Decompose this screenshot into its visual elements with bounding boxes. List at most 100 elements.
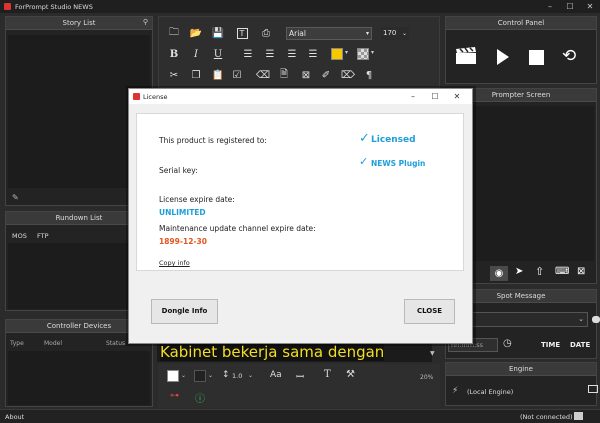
copy-icon[interactable]: ❐ [188, 68, 204, 82]
keyboard-icon[interactable]: ⌨ [555, 266, 569, 277]
story-list-header: Story List [6, 17, 152, 30]
maintenance-label: Maintenance update channel expire date: [159, 224, 316, 233]
close-icon[interactable]: ✕ [580, 0, 600, 13]
rundown-col-ftp[interactable]: FTP [37, 232, 49, 240]
mirror-icon[interactable]: ꟷ [296, 369, 304, 383]
controller-col-model[interactable]: Model [44, 340, 62, 347]
time-label[interactable]: TIME [541, 341, 560, 349]
scroll-down-icon[interactable]: ▼ [430, 350, 435, 357]
marker-red-icon[interactable]: ⊶ [170, 391, 179, 401]
maximize-icon[interactable]: ☐ [424, 90, 446, 103]
text-color-swatch[interactable] [167, 370, 179, 382]
serial-key-label: Serial key: [159, 166, 198, 175]
chevron-down-icon[interactable]: ⌄ [181, 372, 186, 379]
line-spacing-value[interactable]: 1.0 [232, 372, 242, 380]
new-folder-icon[interactable]: 🗀 [166, 26, 182, 40]
engine-header: Engine [446, 363, 596, 376]
chevron-down-icon: ⌄ [578, 315, 584, 323]
chevron-down-icon[interactable]: ⌄ [248, 372, 253, 379]
chevron-down-icon: ⌄ [401, 30, 407, 37]
font-family-select[interactable]: Arial ▾ [286, 27, 372, 40]
save-status-icon[interactable] [574, 412, 583, 420]
engine-panel: Engine [445, 362, 597, 406]
font-case-icon[interactable]: Aa [270, 370, 282, 380]
chevron-down-icon[interactable]: ▾ [371, 49, 374, 56]
save-icon[interactable]: 💾 [210, 26, 226, 40]
line-spacing-icon: ↕ [222, 370, 230, 380]
license-dialog-title: License [143, 92, 168, 101]
tools-icon[interactable]: ⚒ [346, 369, 355, 380]
rundown-list-title: Rundown List [55, 214, 103, 222]
clear-format-icon[interactable]: ⌦ [340, 68, 356, 82]
license-expire-value: UNLIMITED [159, 208, 206, 217]
pointer-icon[interactable]: ➤ [515, 266, 523, 277]
date-label[interactable]: DATE [570, 341, 590, 349]
align-right-icon[interactable]: ☰ [284, 47, 300, 61]
engine-status-icon: ⚡ [452, 386, 459, 396]
pin-icon[interactable]: ⚲ [143, 18, 148, 26]
close-box-icon[interactable]: ⊠ [577, 266, 585, 277]
control-panel-title: Control Panel [497, 19, 545, 27]
news-plugin-status: NEWS Plugin [371, 159, 426, 168]
clapper-icon[interactable] [455, 47, 477, 65]
license-info-box: This product is registered to: Serial ke… [136, 113, 464, 271]
document-icon[interactable]: 🗎 [276, 68, 292, 82]
align-left-icon[interactable]: ☰ [240, 47, 256, 61]
dialog-window-controls: – ☐ ✕ [402, 90, 468, 103]
loop-icon[interactable]: ⟲ [562, 48, 576, 65]
window-controls: – ☐ ✕ [540, 0, 600, 13]
align-justify-icon[interactable]: ☰ [305, 47, 321, 61]
eye-icon[interactable]: ◉ [490, 266, 508, 281]
open-folder-icon[interactable]: 📂 [188, 26, 204, 40]
clock-icon[interactable]: ◷ [503, 338, 512, 349]
info-icon[interactable]: ⓘ [195, 390, 205, 405]
text-style-icon[interactable]: T [234, 26, 250, 40]
paste-icon[interactable]: 📋 [210, 68, 226, 82]
marker-icon[interactable]: ✐ [318, 68, 334, 82]
dongle-info-button[interactable]: Dongle Info [151, 299, 218, 324]
align-center-icon[interactable]: ☰ [262, 47, 278, 61]
close-doc-icon[interactable]: ⊠ [298, 68, 314, 82]
rundown-col-mos[interactable]: MOS [12, 232, 27, 240]
checkbox-icon[interactable]: ☑ [229, 68, 245, 82]
engine-display-icon[interactable] [588, 385, 598, 393]
brush-icon[interactable]: ✎ [12, 193, 19, 202]
arrow-up-icon[interactable]: ⇧ [535, 265, 544, 278]
paragraph-icon[interactable]: ¶ [361, 68, 377, 82]
chevron-down-icon[interactable]: ▾ [345, 49, 348, 56]
controller-devices-area[interactable] [8, 351, 150, 405]
highlight-color-swatch[interactable] [331, 48, 343, 60]
background-color-swatch[interactable] [357, 48, 369, 60]
text-tool-icon[interactable]: T [324, 369, 331, 380]
controller-col-status[interactable]: Status [106, 340, 125, 347]
about-link[interactable]: About [5, 413, 24, 421]
minimize-icon[interactable]: – [402, 90, 424, 103]
cut-icon[interactable]: ✂ [166, 68, 182, 82]
maximize-icon[interactable]: ☐ [560, 0, 580, 13]
app-title: ForPrompt Studio NEWS [15, 2, 93, 11]
print-icon[interactable]: ⎙ [258, 26, 274, 40]
bg-color-swatch[interactable] [194, 370, 206, 382]
close-icon[interactable]: ✕ [446, 90, 468, 103]
underline-icon[interactable]: U [210, 47, 226, 61]
status-bar: About (Not connected) [0, 409, 600, 423]
italic-icon[interactable]: I [188, 47, 204, 61]
minimize-icon[interactable]: – [540, 0, 560, 13]
font-size-select[interactable]: 170 ⌄ [381, 27, 409, 40]
controller-devices-title: Controller Devices [46, 322, 112, 330]
maintenance-value: 1899-12-30 [159, 237, 207, 246]
close-button[interactable]: CLOSE [404, 299, 455, 324]
spot-message-toggle[interactable] [592, 316, 600, 323]
story-list-title: Story List [62, 19, 96, 27]
bold-icon[interactable]: B [166, 47, 182, 61]
controller-col-type[interactable]: Type [10, 340, 24, 347]
eraser-icon[interactable]: ⌫ [255, 68, 271, 82]
play-icon[interactable] [496, 48, 510, 68]
engine-title: Engine [509, 365, 533, 373]
local-engine-label: (Local Engine) [467, 388, 514, 396]
copy-info-link[interactable]: Copy info [159, 259, 190, 267]
spot-message-title: Spot Message [496, 292, 546, 300]
app-icon [4, 3, 11, 10]
stop-icon[interactable] [529, 50, 544, 67]
chevron-down-icon[interactable]: ⌄ [208, 372, 213, 379]
